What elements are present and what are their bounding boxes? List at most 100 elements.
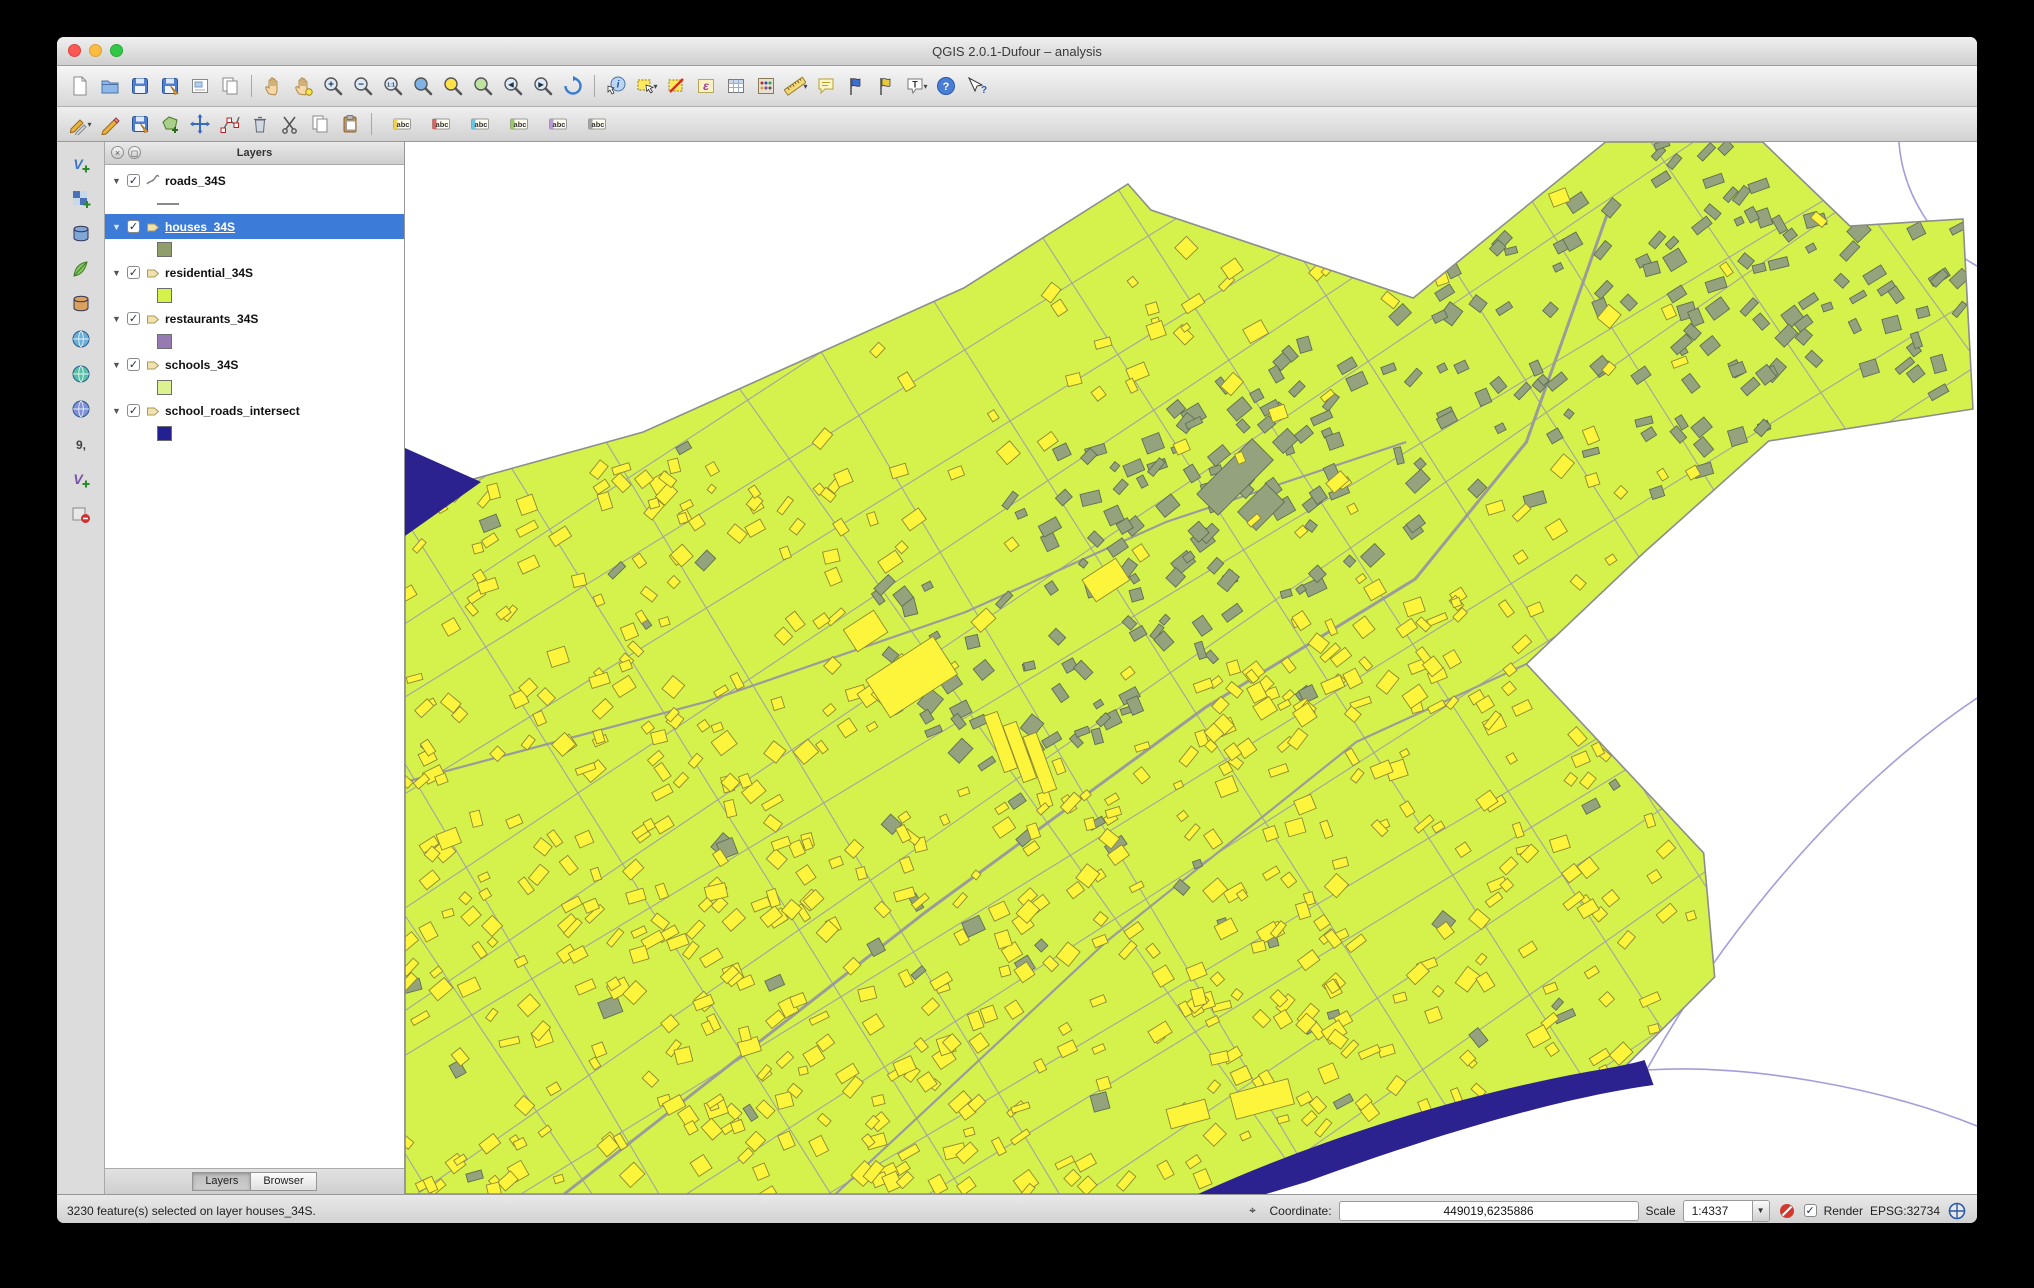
text-annotation-button[interactable]: T ▾ (901, 72, 931, 100)
open-project-button[interactable] (95, 72, 125, 100)
show-bookmarks-button[interactable] (871, 72, 901, 100)
render-checkbox[interactable]: ✓ (1803, 1204, 1817, 1217)
layer-label[interactable]: schools_34S (165, 358, 238, 372)
add-postgis-layer-button[interactable] (66, 220, 96, 248)
cut-features-button[interactable] (275, 110, 305, 138)
expand-collapse-icon[interactable]: ▼ (111, 222, 122, 232)
add-feature-button[interactable] (155, 110, 185, 138)
save-project-button[interactable] (125, 72, 155, 100)
chevron-down-icon[interactable]: ▼ (1751, 1200, 1769, 1221)
layer-visibility-checkbox[interactable]: ✓ (127, 358, 140, 371)
zoom-actual-size-button[interactable]: 1:1 (378, 72, 408, 100)
layer-item-houses_34S[interactable]: ▼ ✓ houses_34S (105, 214, 404, 239)
layer-label[interactable]: residential_34S (165, 266, 253, 280)
paste-features-button[interactable] (335, 110, 365, 138)
epsg-status[interactable]: EPSG:32734 (1870, 1204, 1940, 1218)
layer-visibility-checkbox[interactable]: ✓ (127, 404, 140, 417)
deselect-features-button[interactable] (661, 72, 691, 100)
label-show-hide-button[interactable]: abc (465, 110, 495, 138)
minimize-window-button[interactable] (89, 44, 102, 57)
float-panel-icon[interactable]: ◻ (128, 146, 141, 159)
zoom-full-extent-button[interactable] (408, 72, 438, 100)
zoom-last-button[interactable]: ◂ (498, 72, 528, 100)
select-by-expression-button[interactable]: ε (691, 72, 721, 100)
copy-features-button[interactable] (305, 110, 335, 138)
add-wcs-layer-button[interactable] (66, 360, 96, 388)
save-layer-edits-button[interactable] (125, 110, 155, 138)
zoom-to-selection-button[interactable] (438, 72, 468, 100)
add-raster-layer-button[interactable] (66, 185, 96, 213)
new-project-button[interactable] (65, 72, 95, 100)
measure-line-button[interactable]: ▾ (781, 72, 811, 100)
map-canvas[interactable] (405, 142, 1977, 1194)
chevron-down-icon[interactable]: ▾ (87, 120, 91, 129)
chevron-down-icon[interactable]: ▾ (653, 82, 657, 91)
expand-collapse-icon[interactable]: ▼ (111, 268, 122, 278)
add-wms-layer-button[interactable] (66, 325, 96, 353)
close-panel-icon[interactable]: × (111, 146, 124, 159)
expand-collapse-icon[interactable]: ▼ (111, 406, 122, 416)
layer-labeling-button[interactable]: abc (387, 110, 417, 138)
titlebar[interactable]: QGIS 2.0.1-Dufour – analysis (57, 37, 1977, 66)
add-spatialite-layer-button[interactable] (66, 255, 96, 283)
line-symbol-swatch[interactable] (157, 202, 179, 205)
layer-item-schools_34S[interactable]: ▼ ✓ schools_34S (105, 352, 404, 377)
map-tips-button[interactable] (811, 72, 841, 100)
panel-tab-layers[interactable]: Layers (192, 1172, 252, 1191)
open-attribute-table-button[interactable] (721, 72, 751, 100)
layer-label[interactable]: roads_34S (165, 174, 226, 188)
zoom-window-button[interactable] (110, 44, 123, 57)
chevron-down-icon[interactable]: ▾ (923, 82, 927, 91)
layer-label[interactable]: houses_34S (165, 220, 235, 234)
field-calculator-button[interactable] (751, 72, 781, 100)
chevron-down-icon[interactable]: ▾ (803, 82, 807, 91)
new-shapefile-layer-button[interactable]: V (66, 465, 96, 493)
add-delimited-text-layer-button[interactable]: 9, (66, 430, 96, 458)
help-contents-button[interactable]: ? (931, 72, 961, 100)
pan-map-button[interactable] (258, 72, 288, 100)
layer-visibility-checkbox[interactable]: ✓ (127, 312, 140, 325)
move-feature-button[interactable] (185, 110, 215, 138)
coordinate-input[interactable] (1338, 1200, 1639, 1221)
label-rotate-button[interactable]: abc (543, 110, 573, 138)
add-wfs-layer-button[interactable] (66, 395, 96, 423)
zoom-out-button[interactable]: − (348, 72, 378, 100)
fill-symbol-swatch[interactable] (157, 288, 172, 303)
zoom-next-button[interactable]: ▸ (528, 72, 558, 100)
label-properties-button[interactable]: abc (582, 110, 612, 138)
layer-item-roads_34S[interactable]: ▼ ✓ roads_34S (105, 168, 404, 193)
composer-manager-button[interactable] (215, 72, 245, 100)
layer-visibility-checkbox[interactable]: ✓ (127, 174, 140, 187)
select-features-button[interactable]: ▾ (631, 72, 661, 100)
add-vector-layer-button[interactable]: V (66, 150, 96, 178)
fill-symbol-swatch[interactable] (157, 334, 172, 349)
zoom-in-button[interactable]: + (318, 72, 348, 100)
panel-tab-browser[interactable]: Browser (251, 1172, 317, 1191)
expand-collapse-icon[interactable]: ▼ (111, 176, 122, 186)
new-bookmark-button[interactable] (841, 72, 871, 100)
expand-collapse-icon[interactable]: ▼ (111, 360, 122, 370)
toggle-editing-button[interactable] (95, 110, 125, 138)
layer-label[interactable]: school_roads_intersect (165, 404, 300, 418)
zoom-to-layer-button[interactable] (468, 72, 498, 100)
fill-symbol-swatch[interactable] (157, 380, 172, 395)
layer-item-residential_34S[interactable]: ▼ ✓ residential_34S (105, 260, 404, 285)
expand-collapse-icon[interactable]: ▼ (111, 314, 122, 324)
layer-item-restaurants_34S[interactable]: ▼ ✓ restaurants_34S (105, 306, 404, 331)
stop-rendering-icon[interactable] (1777, 1201, 1797, 1221)
fill-symbol-swatch[interactable] (157, 242, 172, 257)
remove-layer-button[interactable] (66, 500, 96, 528)
add-mssql-layer-button[interactable] (66, 290, 96, 318)
new-print-composer-button[interactable] (185, 72, 215, 100)
scale-combo[interactable]: 1:4337 ▼ (1682, 1199, 1770, 1222)
label-pin-button[interactable]: abc (426, 110, 456, 138)
label-move-button[interactable]: abc (504, 110, 534, 138)
pan-to-selection-button[interactable] (288, 72, 318, 100)
node-tool-button[interactable] (215, 110, 245, 138)
whats-this-button[interactable]: ? (961, 72, 991, 100)
delete-selected-button[interactable] (245, 110, 275, 138)
layer-label[interactable]: restaurants_34S (165, 312, 258, 326)
mouse-position-icon[interactable]: ⌖ (1243, 1201, 1263, 1221)
layer-visibility-checkbox[interactable]: ✓ (127, 220, 140, 233)
current-edits-button[interactable]: ▾ (65, 110, 95, 138)
